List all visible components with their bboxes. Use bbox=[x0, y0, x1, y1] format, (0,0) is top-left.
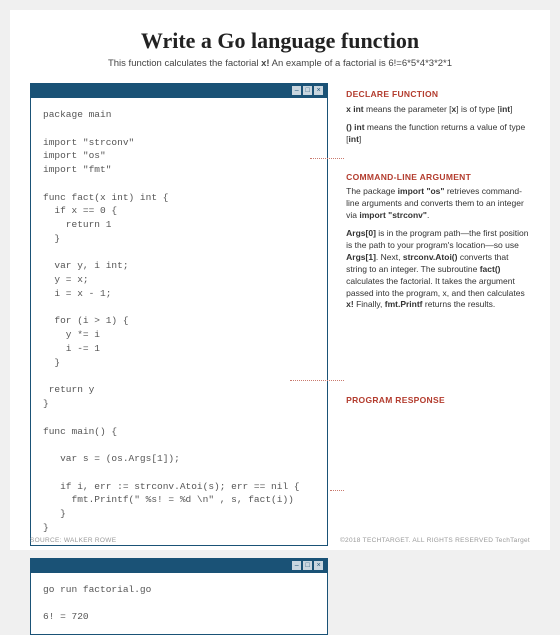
window-close-icon: × bbox=[314, 561, 323, 570]
page-title: Write a Go language function bbox=[30, 28, 530, 54]
code-output: go run factorial.go 6! = 720 bbox=[31, 573, 327, 634]
window-min-icon: – bbox=[292, 561, 301, 570]
footer-copyright: ©2018 TECHTARGET. ALL RIGHTS RESERVED Te… bbox=[340, 537, 530, 544]
annotation-declare: DECLARE FUNCTION x int means the paramet… bbox=[346, 89, 530, 146]
annotation-column: DECLARE FUNCTION x int means the paramet… bbox=[346, 83, 530, 635]
footer-source: SOURCE: WALKER ROWE bbox=[30, 537, 116, 544]
page-subtitle: This function calculates the factorial x… bbox=[30, 58, 530, 69]
code-window-output: – □ × go run factorial.go 6! = 720 bbox=[30, 558, 328, 635]
connector-line bbox=[330, 490, 344, 491]
window-max-icon: □ bbox=[303, 86, 312, 95]
connector-line bbox=[290, 380, 344, 381]
window-buttons: – □ × bbox=[292, 561, 323, 570]
window-close-icon: × bbox=[314, 86, 323, 95]
content-row: – □ × package main import "strconv" impo… bbox=[30, 83, 530, 635]
connector-line bbox=[310, 158, 344, 159]
annotation-heading: COMMAND-LINE ARGUMENT bbox=[346, 172, 530, 184]
window-max-icon: □ bbox=[303, 561, 312, 570]
window-titlebar: – □ × bbox=[31, 559, 327, 573]
annotation-text: Args[0] is in the program path—the first… bbox=[346, 228, 530, 311]
code-column: – □ × package main import "strconv" impo… bbox=[30, 83, 328, 635]
page-footer: SOURCE: WALKER ROWE ©2018 TECHTARGET. AL… bbox=[30, 537, 530, 544]
code-window-main: – □ × package main import "strconv" impo… bbox=[30, 83, 328, 546]
annotation-text: () int means the function returns a valu… bbox=[346, 122, 530, 146]
window-min-icon: – bbox=[292, 86, 301, 95]
annotation-response: PROGRAM RESPONSE bbox=[346, 395, 530, 407]
diagram-page: Write a Go language function This functi… bbox=[10, 10, 550, 550]
annotation-text: x int means the parameter [x] is of type… bbox=[346, 104, 530, 116]
annotation-cli: COMMAND-LINE ARGUMENT The package import… bbox=[346, 172, 530, 312]
code-main: package main import "strconv" import "os… bbox=[31, 98, 327, 545]
annotation-text: The package import "os" retrieves comman… bbox=[346, 186, 530, 222]
annotation-heading: DECLARE FUNCTION bbox=[346, 89, 530, 101]
window-buttons: – □ × bbox=[292, 86, 323, 95]
annotation-heading: PROGRAM RESPONSE bbox=[346, 395, 530, 407]
window-titlebar: – □ × bbox=[31, 84, 327, 98]
